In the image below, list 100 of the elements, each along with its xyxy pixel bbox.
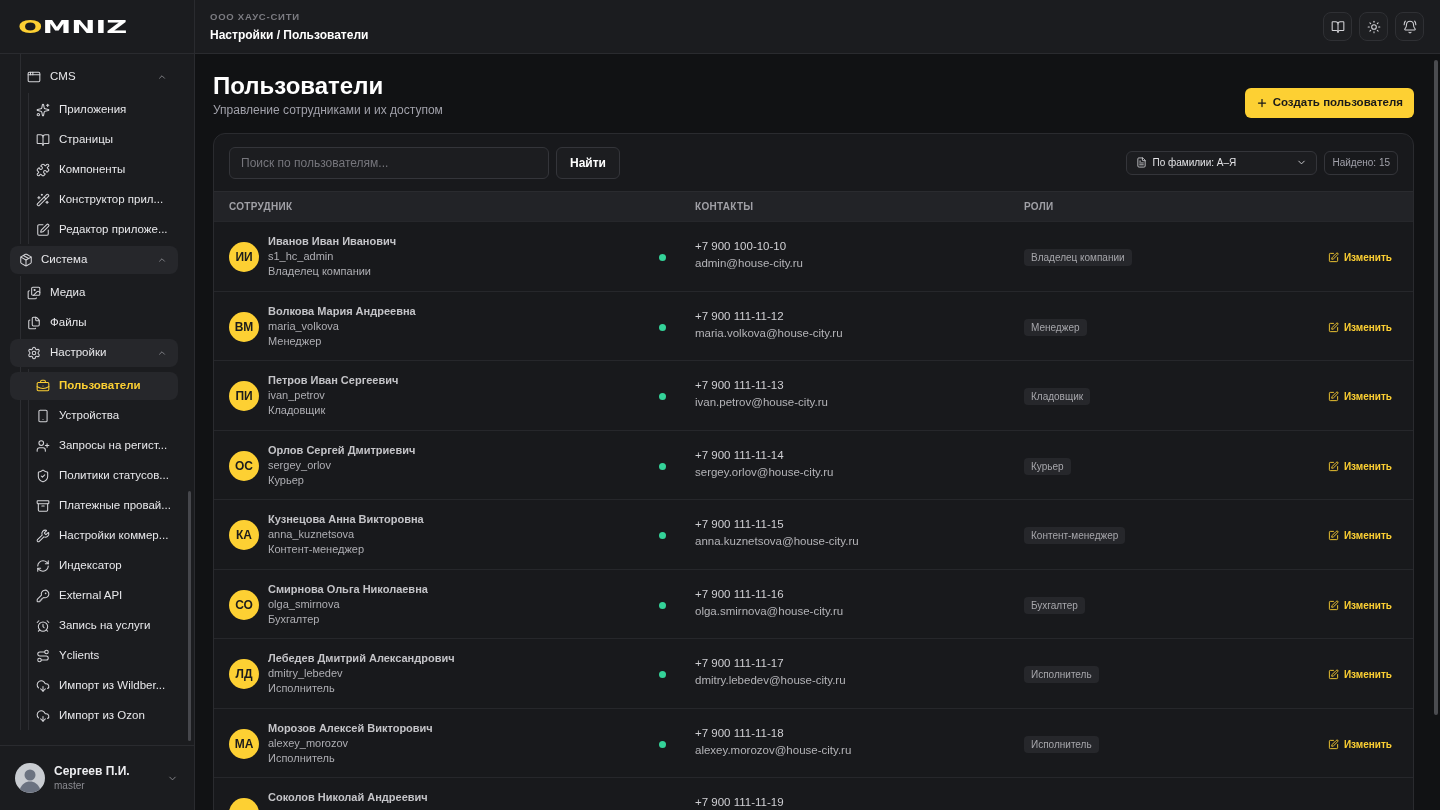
edit-link[interactable]: Изменить xyxy=(1327,458,1392,474)
nav-item[interactable]: Приложения xyxy=(10,96,178,124)
smartphone-icon xyxy=(36,409,50,423)
column-header: КОНТАКТЫ xyxy=(695,200,755,214)
nav-item[interactable]: External API xyxy=(10,582,178,610)
edit-link[interactable]: Изменить xyxy=(1327,319,1392,335)
chevron-up-icon xyxy=(157,255,167,265)
nav-item[interactable]: Импорт из Wildber... xyxy=(10,672,178,700)
phone-number: +7 900 111-11-16 xyxy=(695,586,785,602)
sparkles-icon xyxy=(36,103,50,117)
bell-icon xyxy=(1402,19,1417,34)
nav-item[interactable]: Запросы на регист... xyxy=(10,432,178,460)
nav-group-item[interactable]: Система xyxy=(10,246,178,274)
results-count: Найдено: 15 xyxy=(1324,150,1398,175)
user-avatar: ВМ xyxy=(229,311,259,342)
edit-link[interactable]: Изменить xyxy=(1327,389,1392,404)
sun-icon xyxy=(1366,19,1381,34)
create-user-button[interactable]: Создать пользователя xyxy=(1244,88,1414,118)
edit-link[interactable]: Изменить xyxy=(1327,597,1392,613)
notifications-button[interactable] xyxy=(1395,12,1424,41)
nav-item[interactable]: Запись на услуги xyxy=(10,612,178,640)
employee-position: Курьер xyxy=(268,472,305,488)
cloud-download-icon xyxy=(36,709,50,723)
role-badge: Курьер xyxy=(1024,457,1071,475)
puzzle-icon xyxy=(36,163,50,177)
theme-toggle-button[interactable] xyxy=(1359,12,1388,41)
user-avatar: КА xyxy=(229,520,259,550)
alarm-clock-icon xyxy=(36,619,50,633)
nav-item[interactable]: Настройки коммер... xyxy=(10,522,178,550)
employee-login: alexey_morozov xyxy=(268,735,350,751)
email-address: maria.volkova@house-city.ru xyxy=(695,325,844,341)
nav-item[interactable]: Страницы xyxy=(10,126,178,154)
role-badge: Контент-менеджер xyxy=(1024,527,1126,544)
employee-login: maria_volkova xyxy=(268,318,340,334)
employee-login: dmitry_lebedev xyxy=(268,666,344,681)
employee-name: Соколов Николай Андреевич xyxy=(268,790,428,805)
edit-link[interactable]: Изменить xyxy=(1327,736,1392,752)
chevron-up-icon xyxy=(157,348,167,358)
edit-link[interactable]: Изменить xyxy=(1327,528,1392,543)
email-address: alexey.morozov@house-city.ru xyxy=(695,742,853,758)
nav-item[interactable]: Платежные провай... xyxy=(10,492,178,520)
nav-item[interactable]: Конструктор прил... xyxy=(10,186,178,214)
nav-item[interactable]: Импорт из Ozon xyxy=(10,702,178,730)
employee-name: Лебедев Дмитрий Александрович xyxy=(268,651,455,666)
employee-name: Орлов Сергей Дмитриевич xyxy=(268,442,416,458)
search-button[interactable]: Найти xyxy=(556,146,620,179)
scrollbar-thumb[interactable] xyxy=(188,491,191,741)
pencil-square-icon xyxy=(1327,391,1339,402)
guide-button[interactable] xyxy=(1323,12,1352,41)
nav-item[interactable]: Файлы xyxy=(10,309,178,337)
nav-group-item[interactable]: Настройки xyxy=(10,339,178,367)
role-badge: Кладовщик xyxy=(1024,388,1091,405)
nav-item[interactable]: Политики статусов... xyxy=(10,462,178,490)
employee-name: Петров Иван Сергеевич xyxy=(268,373,399,388)
box-icon xyxy=(19,253,33,267)
employee-login: olga_smirnova xyxy=(268,596,341,612)
nav-item[interactable]: Редактор приложе... xyxy=(10,216,178,244)
page-title: Пользователи xyxy=(213,72,385,100)
edit-link[interactable]: Изменить xyxy=(1327,667,1392,682)
book-icon xyxy=(36,133,50,147)
email-address: ivan.petrov@house-city.ru xyxy=(695,395,829,410)
nav-item[interactable]: Компоненты xyxy=(10,156,178,184)
nav-item[interactable]: Yclients xyxy=(10,642,178,670)
employee-login: anna_kuznetsova xyxy=(268,527,356,542)
nav-group-item[interactable]: CMS xyxy=(10,63,178,91)
employee-position: Бухгалтер xyxy=(268,611,321,627)
page-subtitle: Управление сотрудниками и их доступом xyxy=(213,102,443,118)
nav-item[interactable]: Устройства xyxy=(10,402,178,430)
employee-name: Волкова Мария Андреевна xyxy=(268,303,416,319)
sort-select[interactable]: По фамилии: А–Я xyxy=(1126,150,1318,175)
document-icon xyxy=(1136,157,1148,168)
role-badge: Исполнитель xyxy=(1024,735,1099,753)
pencil-square-icon xyxy=(1327,460,1339,472)
user-role: master xyxy=(54,779,86,793)
nav-item[interactable]: Пользователи xyxy=(10,372,178,400)
nav-item[interactable]: Медиа xyxy=(10,279,178,307)
employee-position: Владелец компании xyxy=(268,264,372,279)
pencil-square-icon xyxy=(1327,252,1339,263)
search-field[interactable]: Поиск по пользователям... xyxy=(229,146,549,179)
phone-number: +7 900 111-11-17 xyxy=(695,656,785,671)
scrollbar-thumb[interactable] xyxy=(1434,60,1438,715)
phone-number: +7 900 111-11-13 xyxy=(695,378,785,393)
user-avatar: ПИ xyxy=(229,381,259,411)
email-address: admin@house-city.ru xyxy=(695,256,804,271)
email-address: olga.smirnova@house-city.ru xyxy=(695,603,845,619)
phone-number: +7 900 100-10-10 xyxy=(695,239,788,254)
email-address: anna.kuznetsova@house-city.ru xyxy=(695,534,860,549)
user-name: Сергеев П.И. xyxy=(54,763,130,779)
logo-wordmark: OMNIZ xyxy=(18,17,128,36)
employee-name: Иванов Иван Иванович xyxy=(268,234,397,249)
magic-wand-icon xyxy=(36,193,50,207)
phone-number: +7 900 111-11-12 xyxy=(695,308,785,324)
email-address: sergey.orlov@house-city.ru xyxy=(695,464,835,480)
edit-link[interactable]: Изменить xyxy=(1327,250,1392,265)
pencil-square-icon xyxy=(1327,530,1339,541)
user-avatar: ИИ xyxy=(229,242,259,272)
nav-item[interactable]: Индексатор xyxy=(10,552,178,580)
employee-position: Исполнитель xyxy=(268,681,336,696)
wrench-icon xyxy=(36,529,50,543)
plus-icon xyxy=(1255,97,1268,109)
